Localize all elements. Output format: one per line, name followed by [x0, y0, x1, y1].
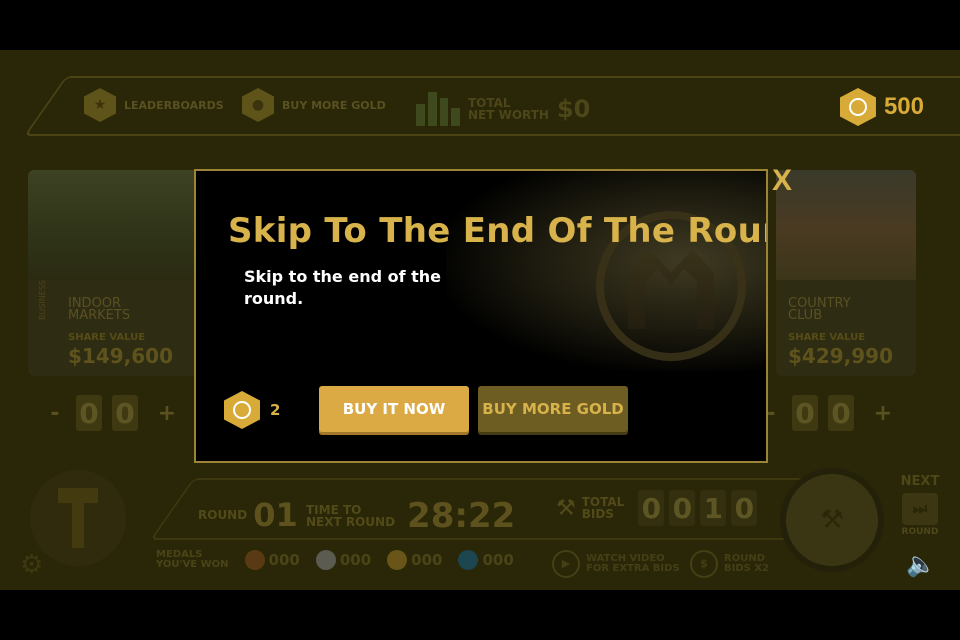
category-tag: BUSINESS [38, 280, 47, 320]
share-value: $149,600 [68, 344, 174, 368]
gold-amount: 500 [883, 93, 924, 120]
increment-button[interactable]: + [872, 401, 894, 426]
silver-medal: 000 [315, 550, 372, 570]
share-value: $429,990 [788, 344, 894, 368]
place-bid-button[interactable]: ⚒ [780, 468, 884, 572]
round-bids-x2-button[interactable]: $ ROUND BIDS X2 [690, 550, 769, 578]
share-value-label: SHARE VALUE [68, 332, 146, 343]
sound-icon[interactable]: 🔈 [906, 550, 936, 578]
gold-balance: 500 [839, 88, 924, 126]
dialog-title: Skip To The End Of The Round [228, 211, 768, 251]
property-photo [776, 170, 916, 280]
buildings-icon [416, 92, 460, 126]
stepper-digit: 0 [76, 395, 102, 431]
top-buy-gold-button[interactable]: ● BUY MORE GOLD [242, 88, 386, 122]
stepper-digit: 0 [792, 395, 818, 431]
property-card-country-club[interactable]: COUNTRY CLUB SHARE VALUE $429,990 [776, 170, 916, 376]
skip-round-dialog: Skip To The End Of The Round Skip to the… [194, 169, 768, 463]
bids-label-2: BIDS [581, 507, 614, 521]
round-display: ROUND 01 [198, 496, 298, 534]
timer-label-2: NEXT ROUND [306, 515, 396, 529]
gold-medal: 000 [387, 550, 442, 570]
property-name: COUNTRY CLUB [788, 296, 851, 323]
medal-count: 000 [268, 551, 300, 569]
round-label: ROUND [198, 508, 248, 522]
watch-video-button[interactable]: ▶ WATCH VIDEO FOR EXTRA BIDS [552, 550, 680, 578]
medals-row: MEDALS YOU'VE WON 000 000 000 000 [156, 550, 514, 570]
close-dialog-button[interactable]: X [772, 164, 792, 198]
play-icon: ▶ [552, 550, 580, 578]
increment-button[interactable]: + [156, 401, 178, 426]
buy-more-gold-button[interactable]: BUY MORE GOLD [478, 386, 628, 432]
trophy-icon: ★ [84, 88, 116, 122]
gold-medal-icon [387, 550, 408, 570]
leaderboards-label: LEADERBOARDS [124, 98, 224, 112]
silver-medal-icon [315, 550, 336, 570]
gold-coin-icon [224, 391, 260, 429]
bid-digit: 1 [700, 490, 727, 526]
bronze-medal-icon [244, 550, 265, 570]
medals-label: MEDALS YOU'VE WON [156, 549, 229, 570]
stepper-digit: 0 [112, 395, 138, 431]
next-round-button[interactable]: NEXT ⏭ ROUND [900, 474, 940, 537]
gavel-icon: ⚒ [820, 505, 844, 535]
property-photo [28, 170, 198, 280]
timer-value: 28:22 [407, 496, 516, 536]
dialog-description: Skip to the end of the round. [244, 267, 442, 308]
medal-count: 000 [339, 551, 372, 569]
platinum-medal-icon [458, 550, 479, 570]
round-bids-label-2: BIDS X2 [724, 563, 769, 574]
skip-forward-icon: ⏭ [902, 493, 938, 525]
property-name: INDOOR MARKETS [68, 296, 131, 323]
letterbox-top [0, 0, 960, 50]
property-card-indoor-markets[interactable]: BUSINESS INDOOR MARKETS SHARE VALUE $149… [28, 170, 198, 376]
net-worth-value: $0 [556, 95, 591, 123]
gold-coin-icon [839, 88, 876, 126]
medal-count: 000 [411, 551, 443, 569]
decrement-button[interactable]: - [44, 401, 66, 426]
total-bids-display: ⚒ TOTAL BIDS 0 0 1 0 [556, 490, 758, 526]
dollar-icon: $ [690, 550, 718, 578]
leaderboards-button[interactable]: ★ LEADERBOARDS [84, 88, 224, 122]
medal-count: 000 [482, 551, 514, 569]
top-buy-gold-label: BUY MORE GOLD [282, 98, 386, 112]
buy-it-now-button[interactable]: BUY IT NOW [319, 386, 469, 432]
platinum-medal: 000 [458, 550, 514, 570]
settings-gear-icon[interactable]: ⚙ [20, 550, 50, 580]
bronze-medal: 000 [244, 550, 300, 570]
bid-digit: 0 [731, 490, 758, 526]
round-timer: TIME TO NEXT ROUND 28:22 [306, 496, 515, 536]
next-sub-label: ROUND [901, 527, 939, 537]
stepper-digit: 0 [828, 395, 854, 431]
round-value: 01 [253, 496, 298, 534]
right-share-stepper: - 0 0 + [760, 395, 894, 431]
cost-value: 2 [270, 401, 281, 419]
coin-stack-icon: ● [242, 88, 274, 122]
next-label: NEXT [900, 474, 940, 489]
share-value-label: SHARE VALUE [788, 332, 866, 343]
net-worth-display: TOTAL NET WORTH $0 [416, 92, 590, 126]
letterbox-bottom [0, 590, 960, 640]
left-share-stepper: - 0 0 + [44, 395, 178, 431]
gavel-icon: ⚒ [556, 495, 576, 521]
net-worth-label-2: NET WORTH [468, 108, 549, 122]
bid-digit: 0 [638, 490, 665, 526]
watch-video-label-2: FOR EXTRA BIDS [586, 563, 680, 574]
bid-digit: 0 [669, 490, 696, 526]
cost-display: 2 [224, 391, 280, 429]
